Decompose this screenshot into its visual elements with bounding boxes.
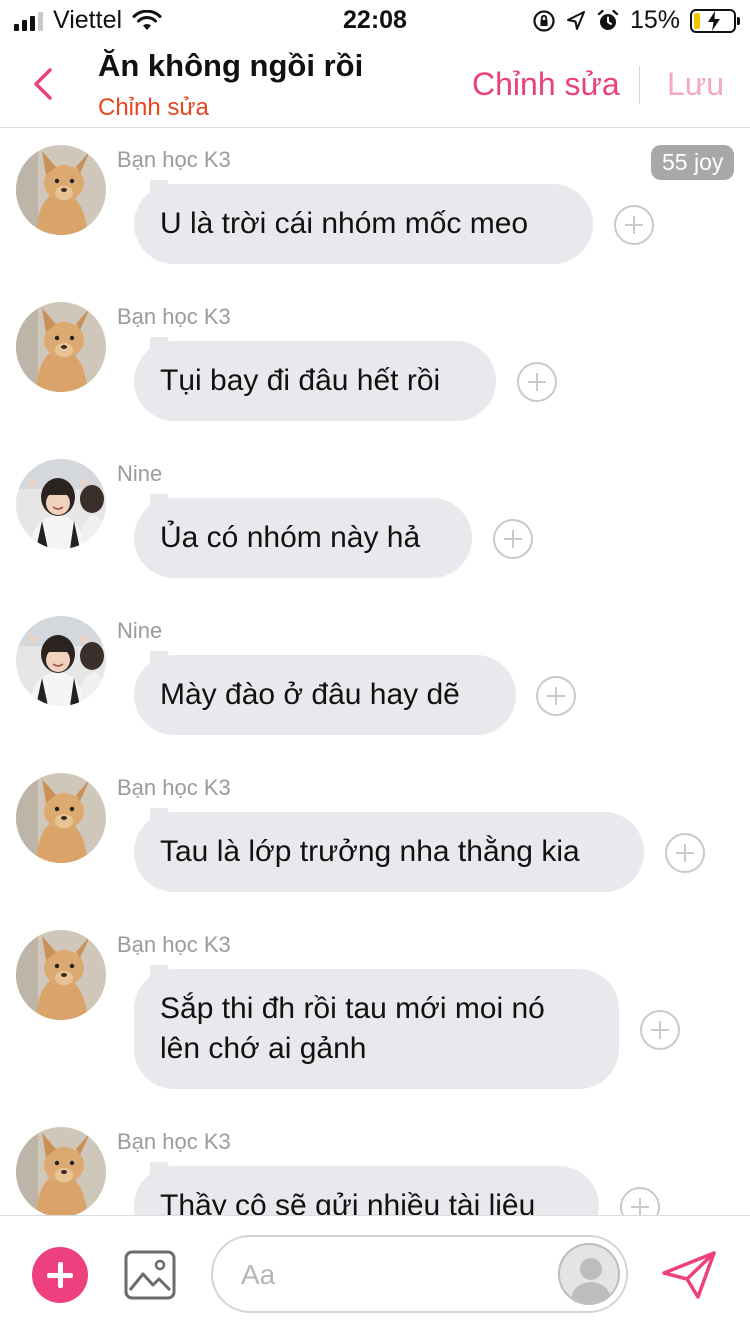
- message-input-box[interactable]: [211, 1235, 628, 1313]
- sender-name: Bạn học K3: [117, 1129, 231, 1154]
- message-input[interactable]: [241, 1255, 541, 1295]
- chat-title: Ăn không ngồi rồi: [98, 48, 364, 83]
- message-bubble[interactable]: Sắp thi đh rồi tau mới moi nó lên chớ ai…: [134, 965, 619, 1089]
- send-icon[interactable]: [660, 1249, 718, 1301]
- battery-percent: 15%: [629, 6, 680, 34]
- add-reaction-icon[interactable]: [665, 833, 705, 873]
- orientation-lock-icon: [533, 9, 555, 32]
- message-bubble[interactable]: Mày đào ở đâu hay dẽ: [134, 651, 516, 735]
- avatar-girl[interactable]: [16, 459, 106, 549]
- add-reaction-icon[interactable]: [640, 1010, 680, 1050]
- add-reaction-icon[interactable]: [517, 362, 557, 402]
- add-reaction-icon[interactable]: [620, 1187, 660, 1215]
- add-attachment-button[interactable]: [32, 1247, 88, 1303]
- message-list[interactable]: Bạn học K3 U là trời cái nhóm mốc meo 55…: [0, 129, 750, 1215]
- sender-name: Nine: [117, 618, 163, 643]
- location-icon: [566, 10, 585, 30]
- message-bubble[interactable]: Tụi bay đi đâu hết rồi: [134, 337, 496, 421]
- save-button[interactable]: Lưu: [667, 66, 724, 103]
- image-icon[interactable]: [124, 1250, 176, 1300]
- avatar-dog[interactable]: [16, 773, 106, 863]
- avatar-dog[interactable]: [16, 1127, 106, 1215]
- avatar-dog[interactable]: [16, 930, 106, 1020]
- message-bubble[interactable]: Ủa có nhóm này hả: [134, 494, 472, 578]
- status-bar: Viettel 22:08 15%: [0, 0, 750, 40]
- message-bubble[interactable]: Thầy cô sẽ gửi nhiều tài liệu: [134, 1162, 599, 1215]
- sender-name: Bạn học K3: [117, 932, 231, 957]
- avatar-dog[interactable]: [16, 302, 106, 392]
- avatar-dog[interactable]: [16, 145, 106, 235]
- message-bubble[interactable]: Tau là lớp trưởng nha thằng kia: [134, 808, 644, 892]
- avatar-girl[interactable]: [16, 616, 106, 706]
- header-divider: [639, 66, 640, 104]
- avatar-sticker-icon[interactable]: [558, 1243, 620, 1305]
- chat-header: Ăn không ngồi rồi Chỉnh sửa Chỉnh sửa Lư…: [0, 40, 750, 128]
- sender-name: Bạn học K3: [117, 147, 231, 172]
- add-reaction-icon[interactable]: [536, 676, 576, 716]
- edit-button[interactable]: Chỉnh sửa: [472, 66, 620, 103]
- back-arrow-icon[interactable]: [28, 64, 58, 104]
- chat-subtitle[interactable]: Chỉnh sửa: [98, 94, 209, 122]
- sender-name: Nine: [117, 461, 163, 486]
- battery-icon: [690, 8, 740, 33]
- sender-name: Bạn học K3: [117, 775, 231, 800]
- joy-badge: 55 joy: [651, 145, 735, 180]
- sender-name: Bạn học K3: [117, 304, 231, 329]
- add-reaction-icon[interactable]: [614, 205, 654, 245]
- message-bubble[interactable]: U là trời cái nhóm mốc meo: [134, 180, 593, 264]
- alarm-icon: [597, 9, 619, 30]
- message-composer: [0, 1215, 750, 1334]
- add-reaction-icon[interactable]: [493, 519, 533, 559]
